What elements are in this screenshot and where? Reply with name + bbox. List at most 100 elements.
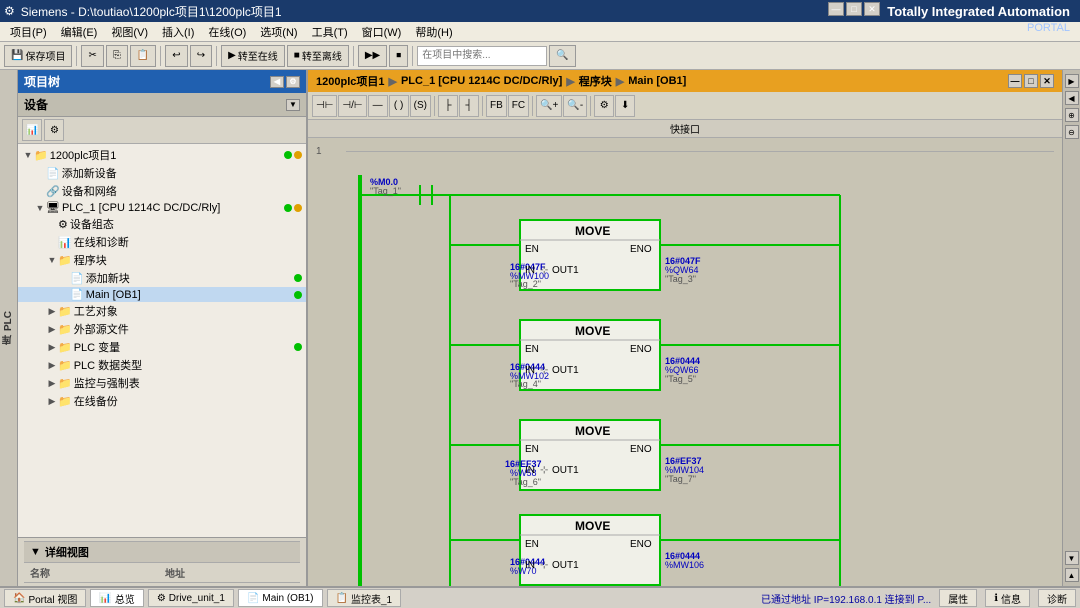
ladder-area[interactable]: 1 %M0.0 "Tag_1" [308, 138, 1062, 586]
tree-item-main-ob1[interactable]: 📄 Main [OB1] [18, 287, 306, 302]
tree-label-online-backup: 在线备份 [74, 393, 118, 409]
maximize-button[interactable]: □ [846, 2, 862, 16]
detail-expand: ▼ [30, 546, 41, 558]
paste-button[interactable]: 📋 [130, 45, 156, 67]
tree-item-tech-obj[interactable]: ▶ 📁 工艺对象 [18, 302, 306, 320]
norm-contact-button[interactable]: ⊣⊢ [312, 95, 337, 117]
device-toolbar: 📊 ⚙ [18, 117, 306, 143]
panel-settings-button[interactable]: ⚙ [286, 76, 300, 88]
output-coil-button[interactable]: ( ) [389, 95, 409, 117]
expand-ext-src[interactable]: ▶ [46, 324, 58, 335]
svg-text:IN: IN [525, 365, 535, 376]
menu-edit[interactable]: 编辑(E) [55, 23, 104, 41]
set-coil-button[interactable]: (S) [410, 95, 431, 117]
drive-unit-tab[interactable]: ⚙ Drive_unit_1 [148, 589, 234, 607]
zoom-out-button[interactable]: 🔍- [563, 95, 587, 117]
expand-root[interactable]: ▼ [22, 150, 34, 160]
tree-item-plc1[interactable]: ▼ 🖥 PLC_1 [CPU 1214C DC/DC/Rly] [18, 200, 306, 215]
project-search-input[interactable] [417, 46, 547, 66]
close-button[interactable]: ✕ [864, 2, 880, 16]
tree-item-online-diag[interactable]: 📊 在线和诊断 [18, 233, 306, 251]
save-project-button[interactable]: 💾 保存项目 [4, 45, 72, 67]
redo-button[interactable]: ↪ [190, 45, 212, 67]
menu-help[interactable]: 帮助(H) [409, 23, 458, 41]
ed-sep-1 [434, 96, 435, 116]
properties-button[interactable]: 属性 [939, 589, 977, 607]
menu-options[interactable]: 选项(N) [254, 23, 303, 41]
tree-item-add-device[interactable]: 📄 添加新设备 [18, 164, 306, 182]
bc-item-1[interactable]: PLC_1 [CPU 1214C DC/DC/Rly] [401, 75, 562, 87]
undo-button[interactable]: ↩ [165, 45, 187, 67]
menu-online[interactable]: 在线(O) [202, 23, 252, 41]
main-ob1-tab[interactable]: 📄 Main (OB1) [238, 589, 323, 607]
info-button[interactable]: ℹ 信息 [985, 589, 1030, 607]
rs-btn-3[interactable]: ⊕ [1065, 108, 1079, 122]
svg-text:EN: EN [525, 539, 539, 550]
overview-icon: 📊 [99, 593, 111, 604]
expand-plc-var[interactable]: ▶ [46, 342, 58, 353]
go-offline-button[interactable]: ■ 转至离线 [287, 45, 349, 67]
monitor-tab[interactable]: 📋 监控表_1 [327, 589, 402, 607]
cut-button[interactable]: ✂ [81, 45, 103, 67]
norm-contact-nc-button[interactable]: ⊣/⊢ [338, 95, 366, 117]
menu-tools[interactable]: 工具(T) [306, 23, 354, 41]
rs-btn-2[interactable]: ◀ [1065, 91, 1079, 105]
menu-window[interactable]: 窗口(W) [356, 23, 408, 41]
copy-button[interactable]: ⎘ [106, 45, 128, 67]
overview-tab[interactable]: 📊 总览 [90, 589, 143, 607]
insert-fb-button[interactable]: FB [486, 95, 507, 117]
close-branch-button[interactable]: ┤ [459, 95, 479, 117]
tree-item-ext-src[interactable]: ▶ 📁 外部源文件 [18, 320, 306, 338]
tree-item-monitor-table[interactable]: ▶ 📁 监控与强制表 [18, 374, 306, 392]
open-branch-button[interactable]: ├ [438, 95, 458, 117]
tree-item-prog-block[interactable]: ▼ 📁 程序块 [18, 251, 306, 269]
bc-minimize-button[interactable]: — [1008, 74, 1022, 88]
svg-text:"Tag_5": "Tag_5" [665, 374, 696, 384]
device-collapse-button[interactable]: ▼ [286, 99, 300, 111]
expand-prog-block[interactable]: ▼ [46, 255, 58, 265]
tree-item-device-net[interactable]: 🔗 设备和网络 [18, 182, 306, 200]
device-tb-btn2[interactable]: ⚙ [44, 119, 64, 141]
menu-project[interactable]: 项目(P) [4, 23, 53, 41]
expand-online-backup[interactable]: ▶ [46, 396, 58, 407]
tree-item-online-backup[interactable]: ▶ 📁 在线备份 [18, 392, 306, 410]
device-tb-btn1[interactable]: 📊 [22, 119, 42, 141]
bc-item-3[interactable]: Main [OB1] [628, 75, 686, 87]
bc-item-2[interactable]: 程序块 [579, 73, 612, 89]
bc-close-button[interactable]: ✕ [1040, 74, 1054, 88]
tree-item-add-block[interactable]: 📄 添加新块 [18, 269, 306, 287]
download-button[interactable]: ⬇ [615, 95, 635, 117]
insert-fc-button[interactable]: FC [508, 95, 529, 117]
h-line-button[interactable]: — [368, 95, 388, 117]
rs-btn-6[interactable]: ▲ [1065, 568, 1079, 582]
menu-view[interactable]: 视图(V) [105, 23, 154, 41]
go-online-button[interactable]: ▶ 转至在线 [221, 45, 285, 67]
tree-item-dev-config[interactable]: ⚙ 设备组态 [18, 215, 306, 233]
start-sim-button[interactable]: ▶▶ [358, 45, 387, 67]
rs-btn-1[interactable]: ▶ [1065, 74, 1079, 88]
minimize-button[interactable]: — [828, 2, 844, 16]
bc-maximize-button[interactable]: □ [1024, 74, 1038, 88]
tree-item-plc-dtype[interactable]: ▶ 📁 PLC 数据类型 [18, 356, 306, 374]
portal-view-tab[interactable]: 🏠 Portal 视图 [4, 589, 86, 607]
menu-insert[interactable]: 插入(I) [156, 23, 200, 41]
library-side-label: 库 [1, 335, 16, 345]
compile-button[interactable]: ⚙ [594, 95, 614, 117]
expand-plc1[interactable]: ▼ [34, 203, 46, 213]
rs-btn-4[interactable]: ⊖ [1065, 125, 1079, 139]
tree-item-plc-var[interactable]: ▶ 📁 PLC 变量 [18, 338, 306, 356]
zoom-in-button[interactable]: 🔍+ [536, 95, 562, 117]
svg-text:"Tag_3": "Tag_3" [665, 274, 696, 284]
detail-header[interactable]: ▼ 详细视图 [24, 541, 300, 563]
rs-btn-5[interactable]: ▼ [1065, 551, 1079, 565]
expand-tech-obj[interactable]: ▶ [46, 306, 58, 317]
bc-item-0[interactable]: 1200plc项目1 [316, 73, 384, 89]
expand-plc-dtype[interactable]: ▶ [46, 360, 58, 371]
tree-item-root[interactable]: ▼ 📁 1200plc项目1 [18, 146, 306, 164]
diagnostics-button[interactable]: 诊断 [1038, 589, 1076, 607]
stop-sim-button[interactable]: ⏹ [389, 45, 408, 67]
search-button[interactable]: 🔍 [549, 45, 575, 67]
panel-undock-button[interactable]: ◀ [270, 76, 284, 88]
titlebar-title: Siemens - D:\toutiao\1200plc项目1\1200plc项… [21, 3, 282, 20]
expand-monitor-table[interactable]: ▶ [46, 378, 58, 389]
